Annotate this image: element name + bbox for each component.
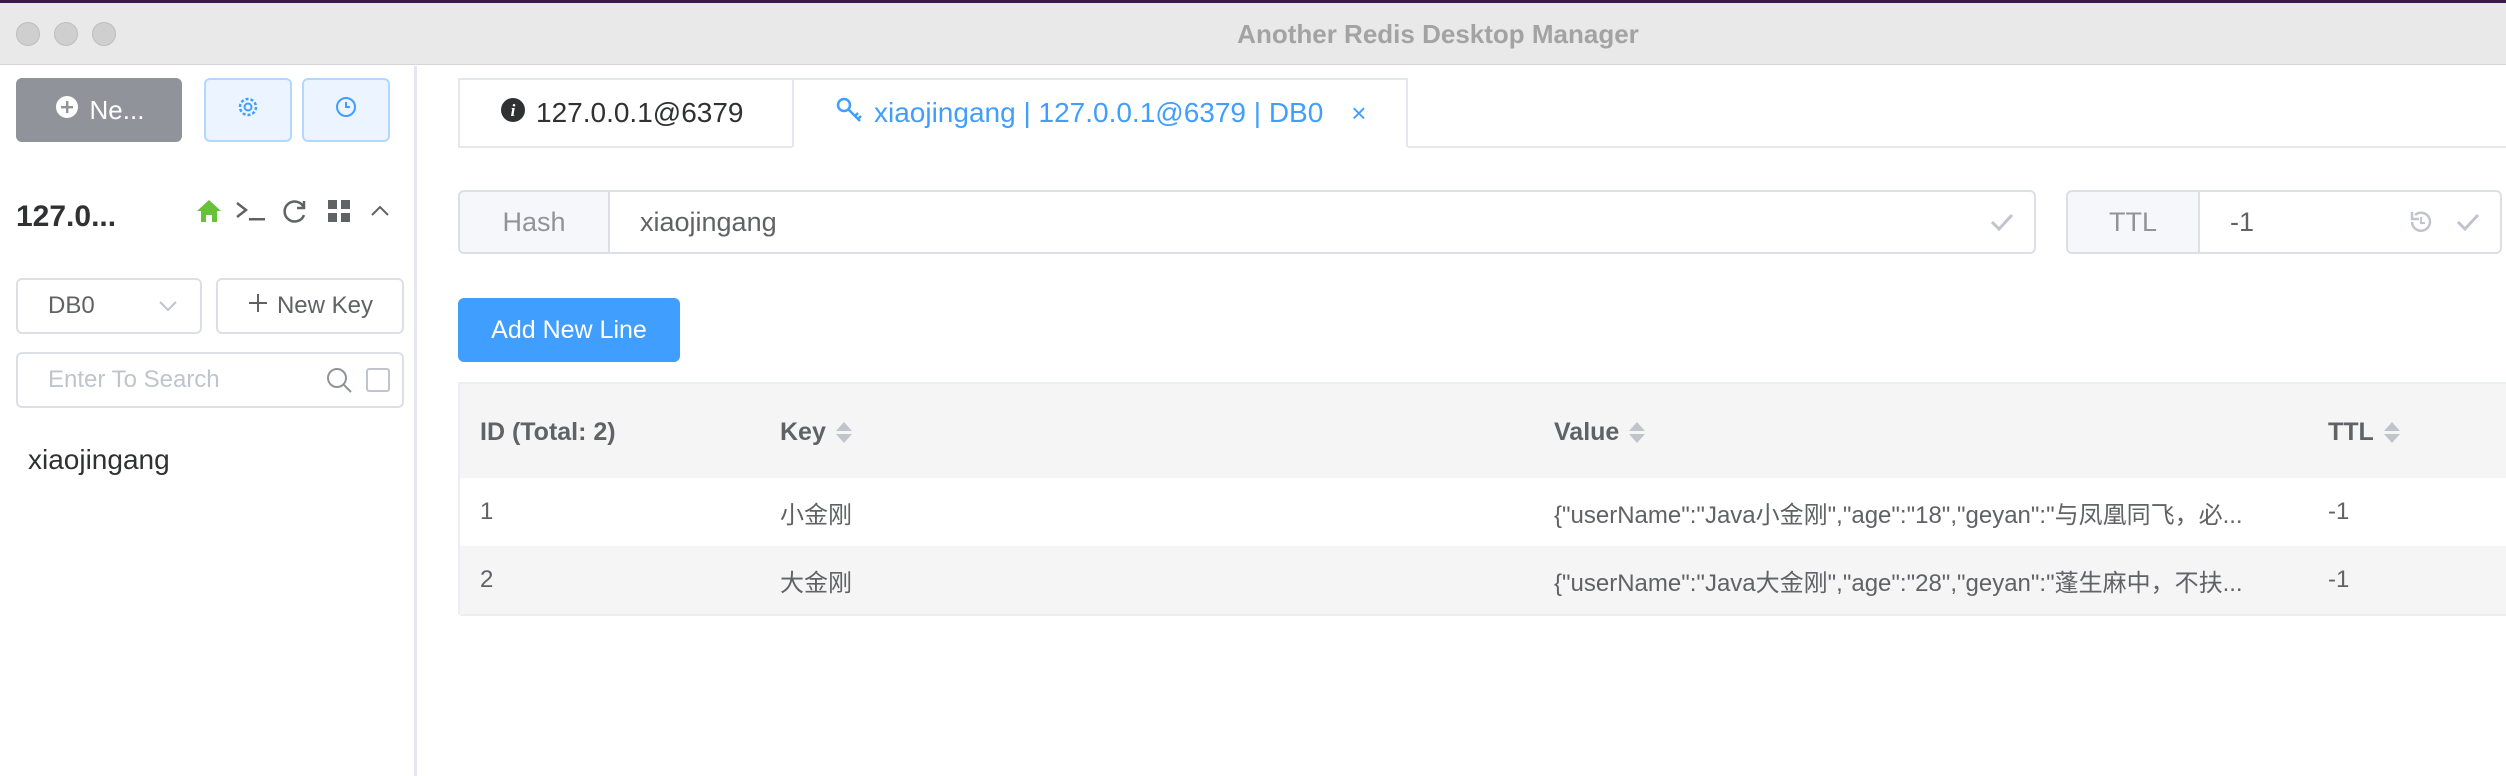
ttl-label: TTL [2066,190,2200,254]
grid-icon[interactable] [324,196,354,233]
ttl-input[interactable]: -1 [2198,190,2502,254]
column-header-key[interactable]: Key [780,384,852,480]
key-name-input[interactable]: xiaojingang [608,190,2036,254]
window-title: Another Redis Desktop Manager [1237,19,1639,49]
tab-label: 127.0.0.1@6379 [536,97,744,128]
cell-id: 1 [480,498,494,525]
key-icon [834,95,864,132]
tab-label: xiaojingang | 127.0.0.1@6379 | DB0 [874,97,1324,128]
table-row[interactable]: 1 小金刚 {"userName":"Java小金刚","age":"18","… [460,478,2506,548]
db-select[interactable]: DB0 [16,278,202,334]
column-header-id: ID (Total: 2) [480,417,616,446]
new-connection-button[interactable]: Ne... [16,78,182,142]
clock-icon [333,94,359,127]
table-row[interactable]: 2 大金刚 {"userName":"Java大金刚","age":"28","… [460,546,2506,616]
cell-key: 大金刚 [780,569,852,597]
settings-button[interactable] [204,78,292,142]
key-search-input[interactable]: Enter To Search [16,352,404,408]
cell-ttl: -1 [2328,498,2350,525]
reset-ttl-icon[interactable] [2406,192,2434,273]
plus-circle-icon [54,94,80,127]
table-header: ID (Total: 2) Key Value TTL [460,382,2506,482]
gear-icon [235,94,261,127]
db-select-value: DB0 [48,292,95,319]
sidebar: Ne... 127.0... DB0 New Key Enter To Sear… [0,66,417,776]
new-key-button[interactable]: New Key [216,278,404,334]
cell-value: {"userName":"Java大金刚","age":"28","geyan"… [1554,569,2243,597]
tab-key-xiaojingang[interactable]: xiaojingang | 127.0.0.1@6379 | DB0 × [792,78,1408,148]
info-icon: i [500,97,526,130]
key-type-label: Hash [458,190,610,254]
new-connection-label: Ne... [89,94,145,125]
tab-bar-divider [458,146,2506,148]
hash-table: ID (Total: 2) Key Value TTL 1 小金刚 {"user… [458,382,2506,616]
key-name-value: xiaojingang [640,207,777,237]
cell-key: 小金刚 [780,501,852,529]
tab-connection-info[interactable]: i 127.0.0.1@6379 [458,78,794,148]
ttl-value: -1 [2230,207,2255,237]
confirm-rename-icon[interactable] [1988,192,2016,273]
search-icon[interactable] [324,354,354,425]
svg-text:i: i [511,101,516,120]
home-icon[interactable] [194,196,224,233]
cell-id: 2 [480,566,494,593]
plus-icon [247,292,269,321]
terminal-icon[interactable] [234,196,268,233]
confirm-ttl-icon[interactable] [2454,192,2482,273]
close-tab-icon[interactable]: × [1351,98,1366,129]
new-key-label: New Key [276,292,374,319]
column-header-value[interactable]: Value [1554,384,1646,480]
history-button[interactable] [302,78,390,142]
sort-icon[interactable] [835,421,852,443]
cell-ttl: -1 [2328,566,2350,593]
refresh-icon[interactable] [280,196,310,233]
title-bar: Another Redis Desktop Manager [0,3,2506,65]
sort-icon[interactable] [2383,421,2400,443]
search-placeholder: Enter To Search [48,366,220,393]
column-header-ttl[interactable]: TTL [2328,384,2400,480]
chevron-up-icon[interactable] [366,196,394,233]
add-new-line-button[interactable]: Add New Line [458,298,680,362]
sort-icon[interactable] [1629,421,1646,443]
connection-name[interactable]: 127.0... [16,200,116,234]
key-list-item[interactable]: xiaojingang [28,444,170,476]
exact-match-checkbox[interactable] [366,368,390,392]
chevron-down-icon [156,280,180,351]
cell-value: {"userName":"Java小金刚","age":"18","geyan"… [1554,501,2243,529]
